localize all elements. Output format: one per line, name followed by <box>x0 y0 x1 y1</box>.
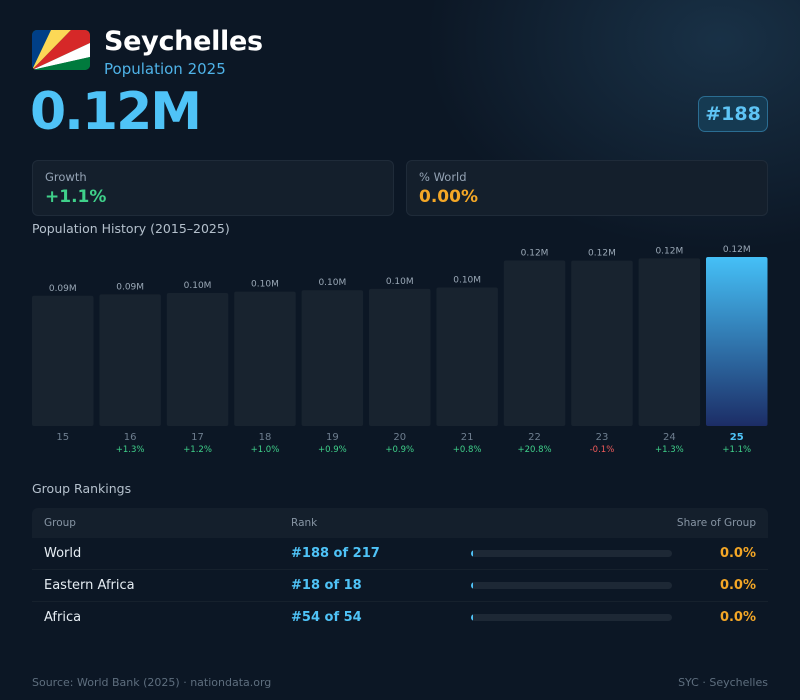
world-rank-badge: #188 <box>698 96 768 132</box>
bar-value-label: 0.10M <box>386 277 414 287</box>
population-value: 0.12M <box>30 82 202 142</box>
year-tick-label: 23 <box>596 432 609 443</box>
rankings-title: Group Rankings <box>32 481 132 496</box>
chart-bar <box>234 291 296 426</box>
world-share-value: 0.00% <box>419 187 478 207</box>
share-bar <box>471 550 672 557</box>
chart-bar <box>571 260 633 426</box>
table-row: Eastern Africa #18 of 18 0.0% <box>32 570 768 602</box>
share-bar-fill <box>471 582 473 589</box>
chart-bar <box>503 260 566 426</box>
bar-value-label: 0.12M <box>521 248 549 258</box>
growth-change-label: +1.1% <box>722 445 751 455</box>
bar-value-label: 0.10M <box>251 280 279 290</box>
year-tick-label: 19 <box>326 432 339 443</box>
group-share: 0.0% <box>719 546 756 561</box>
chart-bar <box>301 290 364 426</box>
column-header-rank: Rank <box>291 517 318 529</box>
table-row: World #188 of 217 0.0% <box>32 538 768 570</box>
group-share: 0.0% <box>719 578 756 593</box>
group-share: 0.0% <box>719 610 756 625</box>
growth-value: +1.1% <box>45 187 107 207</box>
seychelles-flag-icon <box>32 30 90 70</box>
growth-label: Growth <box>45 170 87 184</box>
source-footer: Source: World Bank (2025) · nationdata.o… <box>32 676 272 689</box>
country-header: Seychelles Population 2025 <box>32 26 768 78</box>
history-title: Population History (2015–2025) <box>32 221 230 236</box>
share-bar <box>471 582 672 589</box>
year-tick-label: 16 <box>124 432 137 443</box>
year-tick-label: 15 <box>56 432 69 443</box>
share-bar-fill <box>471 614 473 621</box>
bar-value-label: 0.12M <box>588 249 616 259</box>
group-rank: #188 of 217 <box>291 546 380 561</box>
bar-value-label: 0.12M <box>655 246 683 256</box>
bar-value-label: 0.09M <box>49 284 77 294</box>
chart-bar <box>99 294 161 426</box>
page-subtitle: Population 2025 <box>104 60 226 78</box>
chart-bar <box>638 258 701 426</box>
column-header-share: Share of Group <box>676 517 756 529</box>
year-tick-label: 21 <box>461 432 474 443</box>
group-name: Eastern Africa <box>44 578 135 593</box>
chart-bar <box>369 288 431 426</box>
year-tick-label: 20 <box>393 432 406 443</box>
bar-value-label: 0.10M <box>318 278 346 288</box>
chart-bar <box>706 257 768 426</box>
country-name: Seychelles <box>104 26 263 57</box>
year-tick-label: 18 <box>259 432 272 443</box>
growth-card: Growth +1.1% <box>32 160 394 216</box>
growth-change-label: +1.2% <box>183 445 212 455</box>
growth-change-label: +1.0% <box>251 445 280 455</box>
world-share-label: % World <box>419 170 467 184</box>
chart-bar <box>166 293 229 426</box>
year-tick-label: 24 <box>663 432 676 443</box>
share-bar-fill <box>471 550 473 557</box>
share-bar <box>471 614 672 621</box>
group-name: Africa <box>44 610 82 625</box>
growth-change-label: +0.9% <box>385 445 414 455</box>
bar-value-label: 0.12M <box>723 245 751 255</box>
year-tick-label: 25 <box>730 432 744 443</box>
world-share-card: % World 0.00% <box>406 160 768 216</box>
year-tick-label: 17 <box>191 432 204 443</box>
column-header-group: Group <box>44 517 76 529</box>
bar-value-label: 0.10M <box>453 275 481 285</box>
growth-change-label: +20.8% <box>517 445 551 455</box>
group-rank: #54 of 54 <box>291 610 362 625</box>
bar-value-label: 0.10M <box>184 281 212 291</box>
table-header: Group Rank Share of Group <box>32 508 768 538</box>
country-code-footer: SYC · Seychelles <box>678 676 768 689</box>
table-row: Africa #54 of 54 0.0% <box>32 602 768 634</box>
group-rankings-table: Group Rank Share of Group World #188 of … <box>32 508 768 634</box>
year-tick-label: 22 <box>528 432 541 443</box>
group-rank: #18 of 18 <box>291 578 362 593</box>
growth-change-label: +1.3% <box>655 445 684 455</box>
growth-change-label: +0.8% <box>453 445 482 455</box>
growth-change-label: -0.1% <box>590 445 615 455</box>
chart-bar <box>32 295 94 426</box>
growth-change-label: +1.3% <box>116 445 145 455</box>
growth-change-label: +0.9% <box>318 445 347 455</box>
group-name: World <box>44 546 82 561</box>
bar-value-label: 0.09M <box>116 282 144 292</box>
chart-bar <box>436 287 498 426</box>
